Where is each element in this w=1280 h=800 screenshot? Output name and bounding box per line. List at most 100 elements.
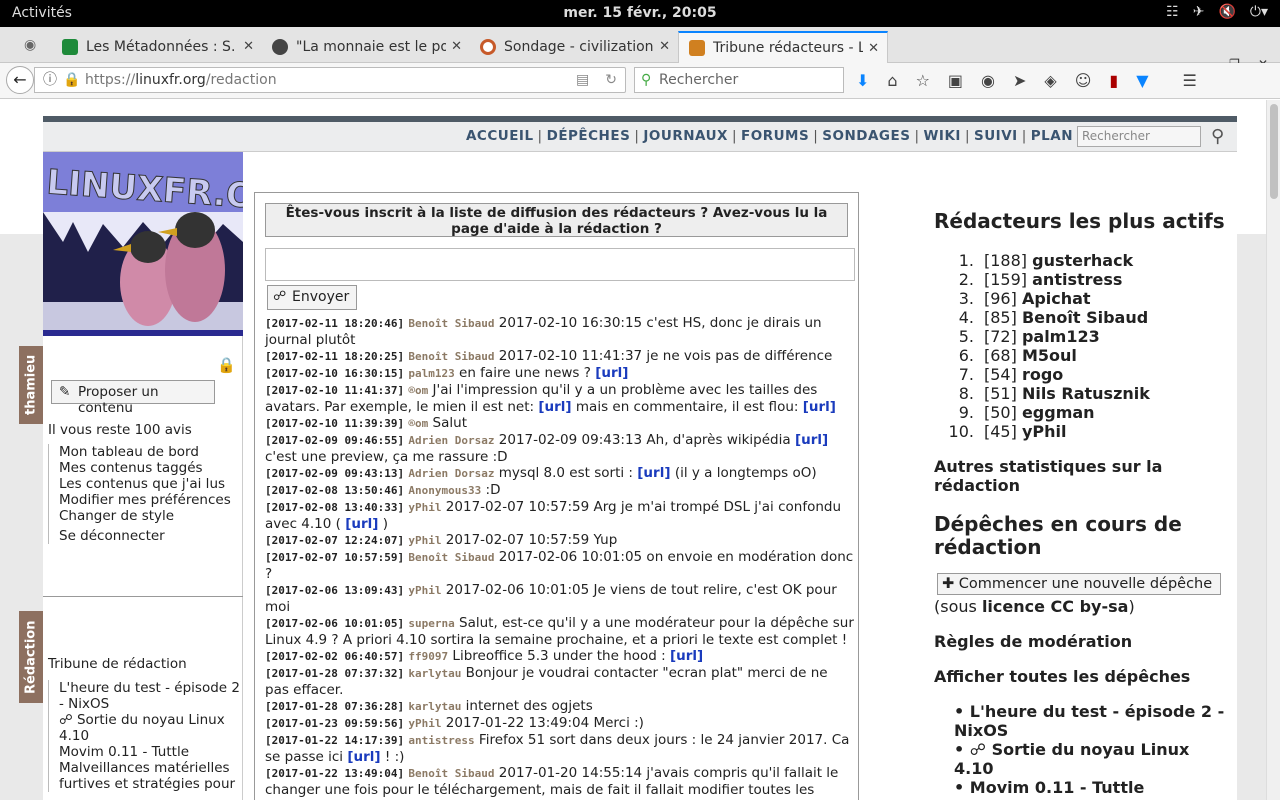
link-preferences[interactable]: Modifier mes préférences xyxy=(59,492,231,508)
message-author[interactable]: superna xyxy=(408,617,454,630)
menu-forums[interactable]: FORUMS xyxy=(741,128,809,144)
depeche-item[interactable]: Movim 0.11 - Tuttle xyxy=(954,778,1234,797)
tab-group-icon[interactable]: ◉ xyxy=(24,37,36,53)
url-bar[interactable]: ⓘ 🔒 https://linuxfr.org/redaction ▤ ↻ xyxy=(34,67,626,93)
message-url-2[interactable]: [url] xyxy=(803,399,836,415)
link-tagged[interactable]: Mes contenus taggés xyxy=(59,460,231,476)
message-input[interactable] xyxy=(265,248,855,281)
tab-3[interactable]: Sondage - civilization … ✕ xyxy=(470,31,678,63)
message-timestamp[interactable]: [2017-02-08 13:40:33] xyxy=(265,501,404,514)
message-timestamp[interactable]: [2017-01-22 13:49:04] xyxy=(265,767,404,780)
writer-link[interactable]: gusterhack xyxy=(1032,251,1133,270)
message-author[interactable]: Benoît Sibaud xyxy=(408,350,494,363)
tab-1[interactable]: Les Métadonnées : S… ✕ xyxy=(52,31,262,63)
message-timestamp[interactable]: [2017-01-28 07:36:28] xyxy=(265,700,404,713)
system-tray[interactable]: ☷ ✈ 🔇 ⏻▾ xyxy=(1166,4,1268,20)
message-author[interactable]: ff9097 xyxy=(408,650,448,663)
depeche-item[interactable]: L'heure du test - épisode 2 - NixOS xyxy=(954,702,1234,740)
other-stats-link[interactable]: Autres statistiques sur la rédaction xyxy=(934,457,1234,495)
menu-suivi[interactable]: SUIVI xyxy=(974,128,1018,144)
message-author[interactable]: yPhil xyxy=(408,717,441,730)
message-timestamp[interactable]: [2017-02-11 18:20:46] xyxy=(265,317,404,330)
link-dashboard[interactable]: Mon tableau de bord xyxy=(59,444,231,460)
link-logout[interactable]: Se déconnecter xyxy=(59,528,231,544)
tribune-title[interactable]: Tribune de rédaction xyxy=(48,656,187,672)
message-author[interactable]: yPhil xyxy=(408,534,441,547)
link-read[interactable]: Les contenus que j'ai lus xyxy=(59,476,231,492)
page-scrollbar[interactable] xyxy=(1266,100,1280,800)
message-author[interactable]: palm123 xyxy=(408,367,454,380)
message-timestamp[interactable]: [2017-02-10 11:41:37] xyxy=(265,384,404,397)
writer-link[interactable]: Apichat xyxy=(1022,289,1091,308)
site-search-input[interactable]: Rechercher xyxy=(1077,126,1201,147)
message-timestamp[interactable]: [2017-02-09 09:46:55] xyxy=(265,434,404,447)
menu-plan[interactable]: PLAN xyxy=(1031,128,1073,144)
clock[interactable]: mer. 15 févr., 20:05 xyxy=(0,5,1280,21)
tribune-link[interactable]: L'heure du test - épisode 2 - NixOS xyxy=(59,680,243,712)
tab-4-active[interactable]: Tribune rédacteurs - L… ✕ xyxy=(678,31,888,63)
message-timestamp[interactable]: [2017-01-23 09:59:56] xyxy=(265,717,404,730)
menu-sondages[interactable]: SONDAGES xyxy=(822,128,910,144)
message-author[interactable]: Adrien Dorsaz xyxy=(408,434,494,447)
writer-link[interactable]: palm123 xyxy=(1022,327,1100,346)
writer-link[interactable]: antistress xyxy=(1032,270,1122,289)
message-timestamp[interactable]: [2017-02-07 12:24:07] xyxy=(265,534,404,547)
message-author[interactable]: Benoît Sibaud xyxy=(408,551,494,564)
home-icon[interactable]: ⌂ xyxy=(887,71,897,90)
message-url[interactable]: [url] xyxy=(345,516,378,532)
ublock-icon[interactable]: ▮ xyxy=(1109,71,1118,90)
lock-icon[interactable]: 🔒 xyxy=(217,356,236,374)
message-url[interactable]: [url] xyxy=(538,399,571,415)
new-depeche-button[interactable]: ✚ Commencer une nouvelle dépêche xyxy=(937,573,1222,595)
message-author[interactable]: Benoît Sibaud xyxy=(408,317,494,330)
message-timestamp[interactable]: [2017-01-28 07:37:32] xyxy=(265,667,404,680)
close-tab-icon[interactable]: ✕ xyxy=(659,39,670,54)
send-button[interactable]: ☍ Envoyer xyxy=(267,285,357,310)
bookmarks-list-icon[interactable]: ▣ xyxy=(948,71,963,90)
writer-link[interactable]: rogo xyxy=(1022,365,1063,384)
license-link[interactable]: licence CC by-sa xyxy=(982,597,1129,616)
propose-content-button[interactable]: ✎ Proposer un contenu xyxy=(51,380,215,416)
message-author[interactable]: Benoît Sibaud xyxy=(408,767,494,780)
user-tab[interactable]: thamieu xyxy=(19,346,43,424)
message-author[interactable]: Adrien Dorsaz xyxy=(408,467,494,480)
depeche-item[interactable]: ☍ Sortie du noyau Linux 4.10 xyxy=(954,740,1234,778)
close-tab-icon[interactable]: ✕ xyxy=(243,39,254,54)
menu-depeches[interactable]: DÉPÊCHES xyxy=(547,128,631,144)
writer-link[interactable]: Nils Ratusznik xyxy=(1022,384,1150,403)
message-timestamp[interactable]: [2017-02-07 10:57:59] xyxy=(265,551,404,564)
message-timestamp[interactable]: [2017-02-09 09:43:13] xyxy=(265,467,404,480)
message-timestamp[interactable]: [2017-02-06 13:09:43] xyxy=(265,584,404,597)
writer-link[interactable]: Benoît Sibaud xyxy=(1022,308,1148,327)
info-icon[interactable]: ⓘ xyxy=(43,68,57,92)
reader-view-icon[interactable]: ▤ xyxy=(576,68,589,92)
bitwarden-icon[interactable]: ▼ xyxy=(1136,71,1148,90)
message-author[interactable]: karlytau xyxy=(408,667,461,680)
hamburger-menu-icon[interactable]: ☰ xyxy=(1183,71,1197,90)
bookmark-star-icon[interactable]: ☆ xyxy=(916,71,930,90)
menu-accueil[interactable]: ACCUEIL xyxy=(466,128,534,144)
redaction-tab[interactable]: Rédaction xyxy=(19,611,43,703)
extension-face-icon[interactable]: ☺ xyxy=(1075,71,1092,90)
tribune-link[interactable]: ☍ Sortie du noyau Linux 4.10 xyxy=(59,712,243,744)
linuxfr-logo[interactable]: LINUXFR.ORG xyxy=(43,152,243,336)
message-author[interactable]: karlytau xyxy=(408,700,461,713)
message-url[interactable]: [url] xyxy=(670,648,703,664)
tribune-link[interactable]: Malveillances matérielles furtives et st… xyxy=(59,760,243,792)
send-icon[interactable]: ➤ xyxy=(1013,71,1026,90)
message-url[interactable]: [url] xyxy=(637,465,670,481)
writer-link[interactable]: M5oul xyxy=(1022,346,1077,365)
tab-2[interactable]: "La monnaie est le poi… ✕ xyxy=(262,31,470,63)
menu-journaux[interactable]: JOURNAUX xyxy=(643,128,728,144)
message-timestamp[interactable]: [2017-02-02 06:40:57] xyxy=(265,650,404,663)
message-author[interactable]: yPhil xyxy=(408,501,441,514)
show-all-link[interactable]: Afficher toutes les dépêches xyxy=(934,667,1234,686)
message-timestamp[interactable]: [2017-02-11 18:20:25] xyxy=(265,350,404,363)
tribune-link[interactable]: Movim 0.11 - Tuttle xyxy=(59,744,243,760)
writer-link[interactable]: eggman xyxy=(1022,403,1095,422)
back-arrow-icon[interactable]: ← xyxy=(6,66,34,94)
message-url[interactable]: [url] xyxy=(595,365,628,381)
message-url[interactable]: [url] xyxy=(347,749,380,765)
writer-link[interactable]: yPhil xyxy=(1022,422,1067,441)
message-timestamp[interactable]: [2017-02-10 11:39:39] xyxy=(265,417,404,430)
